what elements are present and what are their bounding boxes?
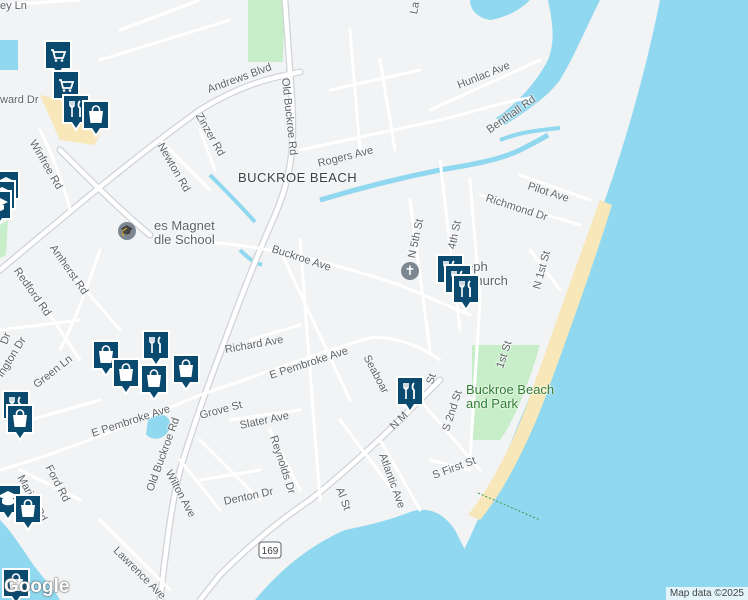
shopping-bag-icon <box>140 364 168 402</box>
map-pin-store[interactable] <box>12 492 44 534</box>
shopping-bag-icon <box>172 354 200 392</box>
map-pin-school[interactable] <box>0 188 14 230</box>
canal <box>319 132 550 203</box>
shopping-bag-icon <box>82 100 110 138</box>
map-pin-store[interactable] <box>138 362 170 404</box>
map-base-layer <box>0 0 748 600</box>
map-pin-restaurant[interactable] <box>450 272 482 314</box>
tl-water <box>0 40 18 70</box>
map-pin-store[interactable] <box>4 402 36 444</box>
canal-2 <box>499 126 561 142</box>
map-pin-store[interactable] <box>80 98 112 140</box>
shopping-bag-icon <box>6 404 34 442</box>
google-logo[interactable]: Google <box>4 576 69 598</box>
bay-inlet-top <box>470 0 530 20</box>
map-attribution[interactable]: Map data ©2025 <box>665 587 748 600</box>
place-label-buckroe-beach: BUCKROE BEACH <box>238 170 358 185</box>
poi-label-school[interactable]: es Magnet dle School <box>154 219 215 247</box>
restaurant-icon <box>396 376 424 414</box>
poi-label-park[interactable]: Buckroe Beach and Park <box>466 383 554 411</box>
bottom-bay <box>255 509 490 600</box>
route-169-text: 169 <box>262 546 279 557</box>
street-la-fragment: La <box>408 0 423 16</box>
map-pin-store[interactable] <box>170 352 202 394</box>
restaurant-icon <box>452 274 480 312</box>
school-poi-icon[interactable]: 🎓 <box>118 222 136 240</box>
street-ley-ln: ey Ln <box>0 0 27 12</box>
park-top <box>248 0 285 62</box>
shopping-bag-icon <box>14 494 42 532</box>
street-ward-dr: ward Dr <box>0 94 39 106</box>
map-canvas[interactable]: 169 BUCKROE BEACH Andrews Blvd Old Buckr… <box>0 0 748 600</box>
map-pin-restaurant[interactable] <box>394 374 426 416</box>
route-169-shield: 169 <box>258 541 282 559</box>
church-icon[interactable]: ✝ <box>401 262 419 280</box>
school-icon <box>0 190 12 225</box>
